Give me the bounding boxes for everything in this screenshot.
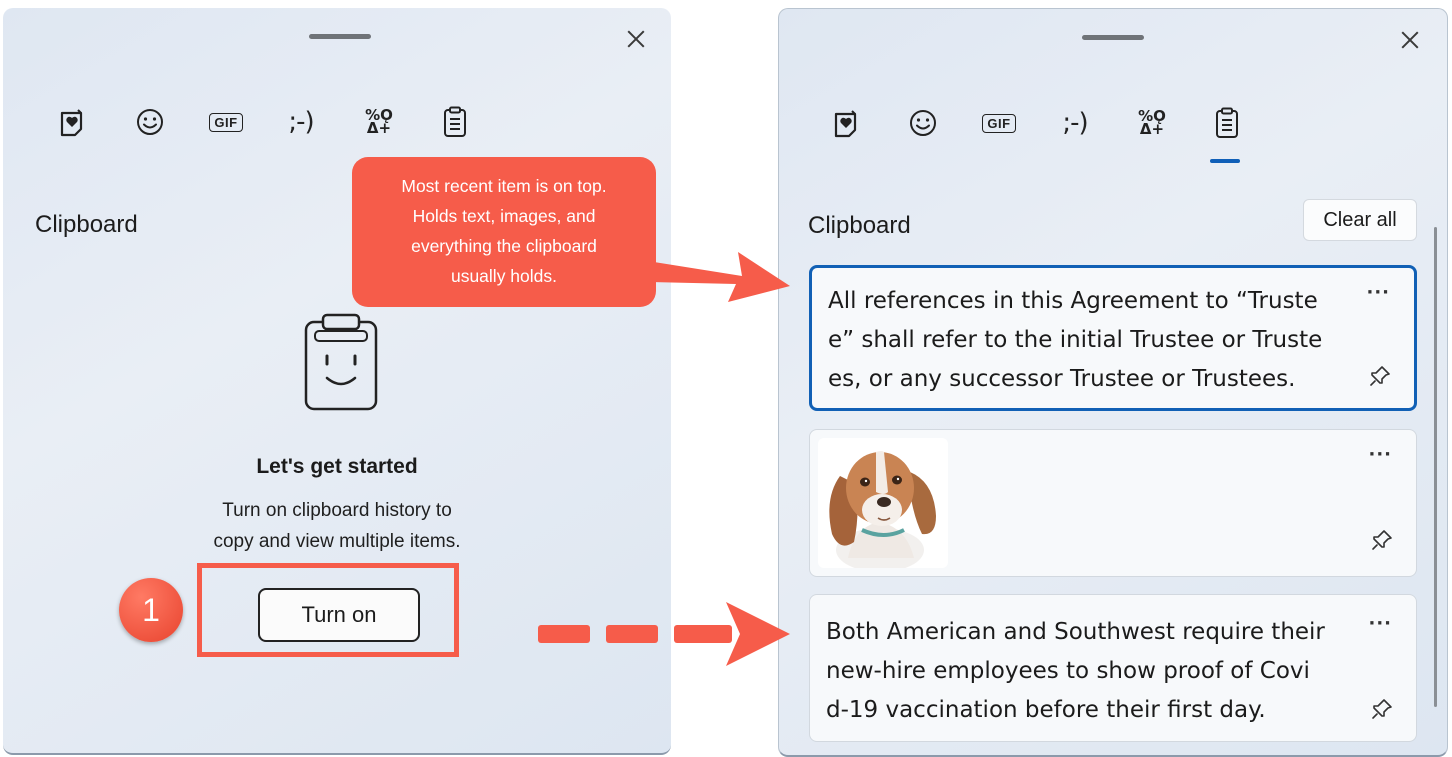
- solid-arrow-icon: [650, 252, 790, 302]
- highlight-box: [197, 563, 459, 657]
- dashed-arrow-icon: [538, 602, 790, 666]
- step-number-badge: 1: [119, 578, 183, 642]
